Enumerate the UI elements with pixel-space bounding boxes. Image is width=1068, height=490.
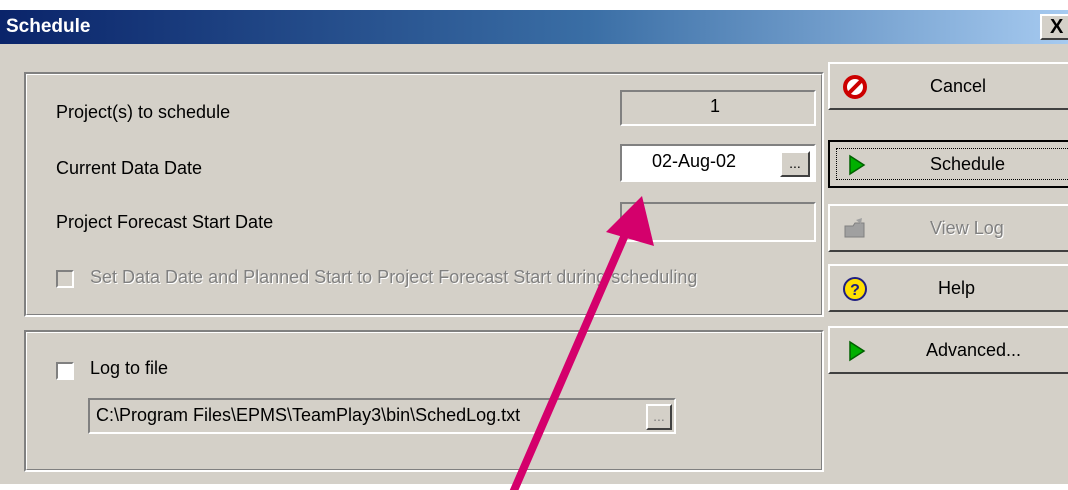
set-data-date-label: Set Data Date and Planned Start to Proje… bbox=[90, 267, 698, 287]
view-log-button[interactable]: View Log bbox=[828, 204, 1068, 252]
title-bar[interactable]: Schedule X bbox=[0, 10, 1068, 44]
log-path-browse-button[interactable]: ... bbox=[646, 404, 672, 430]
advanced-button-label: Advanced... bbox=[926, 340, 1022, 360]
log-path-field[interactable]: C:\Program Files\EPMS\TeamPlay3\bin\Sche… bbox=[88, 398, 676, 434]
projects-count-value: 1 bbox=[710, 96, 721, 116]
current-data-date-label: Current Data Date bbox=[56, 158, 203, 178]
log-path-value: C:\Program Files\EPMS\TeamPlay3\bin\Sche… bbox=[96, 405, 521, 425]
svg-text:?: ? bbox=[850, 282, 860, 299]
current-data-date-field[interactable]: 02-Aug-02 ... bbox=[620, 144, 816, 182]
bottom-margin bbox=[0, 484, 1068, 490]
help-button[interactable]: ? Help bbox=[828, 264, 1068, 312]
folder-icon bbox=[844, 218, 865, 238]
view-log-button-label: View Log bbox=[930, 218, 1004, 238]
play-icon bbox=[849, 154, 866, 176]
close-icon: X bbox=[1050, 16, 1064, 38]
schedule-button[interactable]: Schedule bbox=[828, 140, 1068, 188]
schedule-button-label: Schedule bbox=[930, 154, 1006, 174]
current-data-date-value: 02-Aug-02 bbox=[652, 151, 737, 171]
log-to-file-label: Log to file bbox=[90, 358, 169, 378]
cancel-button[interactable]: Cancel bbox=[828, 62, 1068, 110]
top-margin bbox=[0, 0, 1068, 10]
advanced-button[interactable]: Advanced... bbox=[828, 326, 1068, 374]
projects-count-field: 1 bbox=[620, 90, 816, 126]
forecast-start-field bbox=[620, 202, 816, 242]
cancel-icon bbox=[843, 75, 867, 99]
log-options-group: Log to file C:\Program Files\EPMS\TeamPl… bbox=[24, 330, 824, 472]
data-date-picker-button[interactable]: ... bbox=[780, 151, 810, 177]
forecast-start-label: Project Forecast Start Date bbox=[56, 212, 274, 232]
cancel-button-label: Cancel bbox=[930, 76, 987, 96]
help-icon: ? bbox=[843, 277, 867, 301]
window-title: Schedule bbox=[6, 16, 91, 37]
schedule-options-group: Project(s) to schedule 1 Current Data Da… bbox=[24, 72, 824, 317]
projects-to-schedule-label: Project(s) to schedule bbox=[56, 102, 231, 122]
play-icon bbox=[849, 340, 866, 362]
help-button-label: Help bbox=[938, 278, 976, 298]
log-to-file-checkbox[interactable] bbox=[56, 362, 74, 380]
close-button[interactable]: X bbox=[1040, 14, 1068, 40]
schedule-dialog: Schedule X Project(s) to schedule 1 Curr… bbox=[0, 0, 1068, 490]
set-data-date-checkbox[interactable] bbox=[56, 270, 74, 288]
